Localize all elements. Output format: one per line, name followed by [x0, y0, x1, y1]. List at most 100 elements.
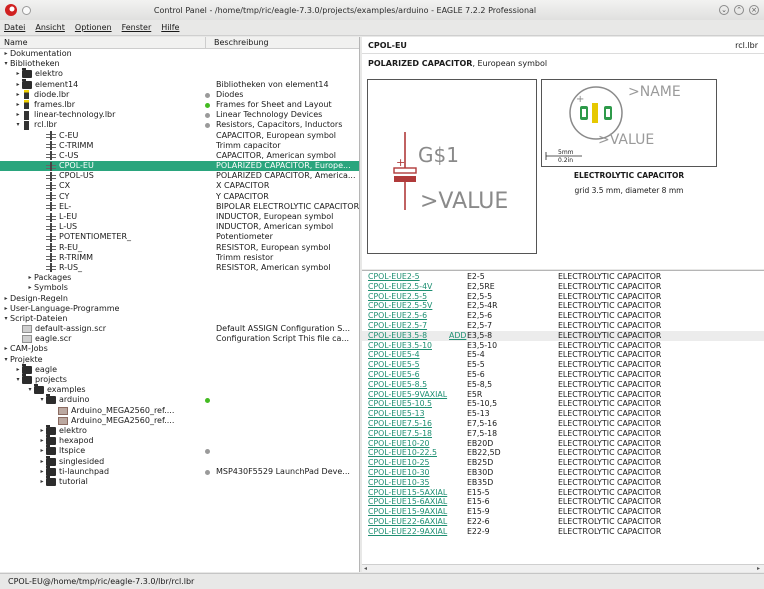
package-row[interactable]: CPOL-EUE2.5-5 E2,5-5 ELECTROLYTIC CAPACITO…: [362, 292, 764, 302]
scroll-left-icon[interactable]: ◂: [364, 565, 367, 572]
add-link[interactable]: ADD: [449, 331, 466, 341]
package-row[interactable]: CPOL-EUE10-25 EB25D ELECTROLYTIC CAPACITOR: [362, 458, 764, 468]
maximize-icon[interactable]: ⌃: [734, 5, 744, 15]
expand-down-icon[interactable]: ▾: [2, 59, 10, 69]
package-device-link[interactable]: CPOL-EUE10-25: [368, 458, 430, 468]
package-device-link[interactable]: CPOL-EUE5-13: [368, 409, 425, 419]
package-device-link[interactable]: CPOL-EUE22-6AXIAL: [368, 517, 447, 527]
expand-down-icon[interactable]: ▾: [14, 120, 22, 130]
package-device-link[interactable]: CPOL-EUE2.5-6: [368, 311, 427, 321]
package-row[interactable]: CPOL-EUE15-9AXIAL E15-9 ELECTROLYTIC CAPAC…: [362, 507, 764, 517]
package-device-link[interactable]: CPOL-EUE15-5AXIAL: [368, 488, 447, 498]
tree-row[interactable]: ▾ examples: [0, 384, 359, 395]
tree-row[interactable]: ▸ Dokumentation: [0, 49, 359, 59]
package-row[interactable]: CPOL-EUE2.5-5V E2,5-4R ELECTROLYTIC CAPACI…: [362, 301, 764, 311]
package-device-link[interactable]: CPOL-EUE7.5-16: [368, 419, 432, 429]
package-device-link[interactable]: CPOL-EUE10-20: [368, 439, 430, 449]
expand-right-icon[interactable]: ▸: [14, 365, 22, 375]
expand-right-icon[interactable]: ▸: [2, 344, 10, 354]
tree-row[interactable]: ▸ ti-launchpad MSP430F5529 LaunchPad Deve.…: [0, 465, 359, 477]
tree-row[interactable]: C-US CAPACITOR, American symbol: [0, 151, 359, 161]
expand-right-icon[interactable]: ▸: [38, 467, 46, 477]
package-device-link[interactable]: CPOL-EUE2.5-5: [368, 292, 427, 302]
package-device-link[interactable]: CPOL-EUE5-8.5: [368, 380, 427, 390]
tree-row[interactable]: ▸ element14 Bibliotheken von element14: [0, 78, 359, 90]
tree-row[interactable]: ▾ rcl.lbr Resistors, Capacitors, Inductors: [0, 120, 359, 130]
expand-down-icon[interactable]: ▾: [38, 395, 46, 405]
package-row[interactable]: CPOL-EUE5-10.5 E5-10,5 ELECTROLYTIC CAPACI…: [362, 399, 764, 409]
tree-row[interactable]: ▸ Symbols: [0, 283, 359, 293]
expand-right-icon[interactable]: ▸: [38, 457, 46, 467]
menu-hilfe[interactable]: Hilfe: [161, 23, 179, 32]
package-row[interactable]: CPOL-EUE5-13 E5-13 ELECTROLYTIC CAPACITOR: [362, 409, 764, 419]
expand-down-icon[interactable]: ▾: [2, 314, 10, 324]
tree-row[interactable]: ▾ Bibliotheken: [0, 59, 359, 69]
menu-fenster[interactable]: Fenster: [122, 23, 152, 32]
package-device-link[interactable]: CPOL-EUE15-9AXIAL: [368, 507, 447, 517]
package-row[interactable]: CPOL-EUE10-35 EB35D ELECTROLYTIC CAPACITOR: [362, 478, 764, 488]
column-header-name[interactable]: Name: [0, 37, 206, 48]
column-header-description[interactable]: Beschreibung: [206, 37, 269, 48]
package-row[interactable]: CPOL-EUE15-6AXIAL E15-6 ELECTROLYTIC CAPAC…: [362, 497, 764, 507]
expand-down-icon[interactable]: ▾: [26, 385, 34, 395]
package-device-link[interactable]: CPOL-EUE10-35: [368, 478, 430, 488]
tree-row[interactable]: L-US INDUCTOR, American symbol: [0, 222, 359, 232]
package-row[interactable]: CPOL-EUE5-5 E5-5 ELECTROLYTIC CAPACITOR: [362, 360, 764, 370]
package-row[interactable]: CPOL-EUE7.5-18 E7,5-18 ELECTROLYTIC CAPACI…: [362, 429, 764, 439]
package-device-link[interactable]: CPOL-EUE5-10.5: [368, 399, 432, 409]
package-row[interactable]: CPOL-EUE10-22.5 EB22,5D ELECTROLYTIC CAPAC…: [362, 448, 764, 458]
package-device-link[interactable]: CPOL-EUE10-30: [368, 468, 430, 478]
expand-right-icon[interactable]: ▸: [38, 477, 46, 487]
tree-row[interactable]: ▸ CAM-Jobs: [0, 344, 359, 354]
tree-row[interactable]: R-TRIMM Trimm resistor: [0, 253, 359, 263]
tree-row[interactable]: POTENTIOMETER_ Potentiometer: [0, 232, 359, 242]
expand-right-icon[interactable]: ▸: [26, 283, 34, 293]
menu-ansicht[interactable]: Ansicht: [35, 23, 65, 32]
tree-row[interactable]: ▸ hexapod: [0, 435, 359, 446]
expand-right-icon[interactable]: ▸: [2, 304, 10, 314]
tree-row[interactable]: Arduino_MEGA2560_ref....: [0, 406, 359, 416]
tree-row[interactable]: ▾ Script-Dateien: [0, 314, 359, 324]
expand-right-icon[interactable]: ▸: [38, 446, 46, 456]
tree-row[interactable]: default-assign.scr Default ASSIGN Configu…: [0, 324, 359, 334]
package-row[interactable]: CPOL-EUE5-9VAXIAL E5R ELECTROLYTIC CAPACIT…: [362, 390, 764, 400]
package-row[interactable]: CPOL-EUE22-6AXIAL E22-6 ELECTROLYTIC CAPAC…: [362, 517, 764, 527]
expand-right-icon[interactable]: ▸: [2, 294, 10, 304]
horizontal-scrollbar[interactable]: ◂ ▸: [362, 564, 764, 572]
package-row[interactable]: CPOL-EUE10-20 EB20D ELECTROLYTIC CAPACITOR: [362, 439, 764, 449]
expand-right-icon[interactable]: ▸: [38, 426, 46, 436]
package-device-link[interactable]: CPOL-EUE3.5-10: [368, 341, 432, 351]
package-device-link[interactable]: CPOL-EUE2.5-4V: [368, 282, 432, 292]
package-row[interactable]: CPOL-EUE15-5AXIAL E15-5 ELECTROLYTIC CAPAC…: [362, 488, 764, 498]
package-row[interactable]: CPOL-EUE3.5-8 ADD E3,5-8 ELECTROLYTIC CAPAC…: [362, 330, 764, 341]
package-row[interactable]: CPOL-EUE5-6 E5-6 ELECTROLYTIC CAPACITOR: [362, 370, 764, 380]
menu-datei[interactable]: Datei: [4, 23, 25, 32]
expand-right-icon[interactable]: ▸: [2, 49, 10, 59]
expand-right-icon[interactable]: ▸: [14, 69, 22, 79]
menu-optionen[interactable]: Optionen: [75, 23, 112, 32]
tree-row[interactable]: ▾ arduino: [0, 394, 359, 405]
tree-row[interactable]: CX X CAPACITOR: [0, 181, 359, 191]
expand-right-icon[interactable]: ▸: [38, 436, 46, 446]
tree-row[interactable]: ▾ projects: [0, 374, 359, 385]
package-row[interactable]: CPOL-EUE5-4 E5-4 ELECTROLYTIC CAPACITOR: [362, 350, 764, 360]
package-row[interactable]: CPOL-EUE10-30 EB30D ELECTROLYTIC CAPACITOR: [362, 468, 764, 478]
tree-row[interactable]: ▸ elektro: [0, 68, 359, 79]
tree-row[interactable]: ▸ ltspice: [0, 445, 359, 456]
expand-right-icon[interactable]: ▸: [14, 80, 22, 90]
tree-row[interactable]: CPOL-EU POLARIZED CAPACITOR, Europe...: [0, 161, 359, 172]
package-row[interactable]: CPOL-EUE2.5-6 E2,5-6 ELECTROLYTIC CAPACITO…: [362, 311, 764, 321]
tree-row[interactable]: ▸ eagle: [0, 363, 359, 375]
package-device-link[interactable]: CPOL-EUE7.5-18: [368, 429, 432, 439]
scroll-right-icon[interactable]: ▸: [757, 565, 760, 572]
tree-row[interactable]: ▸ linear-technology.lbr Linear Technology …: [0, 110, 359, 120]
tree-row[interactable]: C-TRIMM Trimm capacitor: [0, 141, 359, 151]
tree-row[interactable]: Arduino_MEGA2560_ref....: [0, 416, 359, 426]
tree-row[interactable]: eagle.scr Configuration Script This file …: [0, 334, 359, 344]
package-row[interactable]: CPOL-EUE3.5-10 E3,5-10 ELECTROLYTIC CAPACI…: [362, 341, 764, 351]
tree-row[interactable]: ▸ singlesided: [0, 455, 359, 467]
expand-right-icon[interactable]: ▸: [14, 90, 22, 100]
expand-down-icon[interactable]: ▾: [14, 375, 22, 385]
package-device-link[interactable]: CPOL-EUE5-9VAXIAL: [368, 390, 447, 400]
expand-right-icon[interactable]: ▸: [14, 110, 22, 120]
